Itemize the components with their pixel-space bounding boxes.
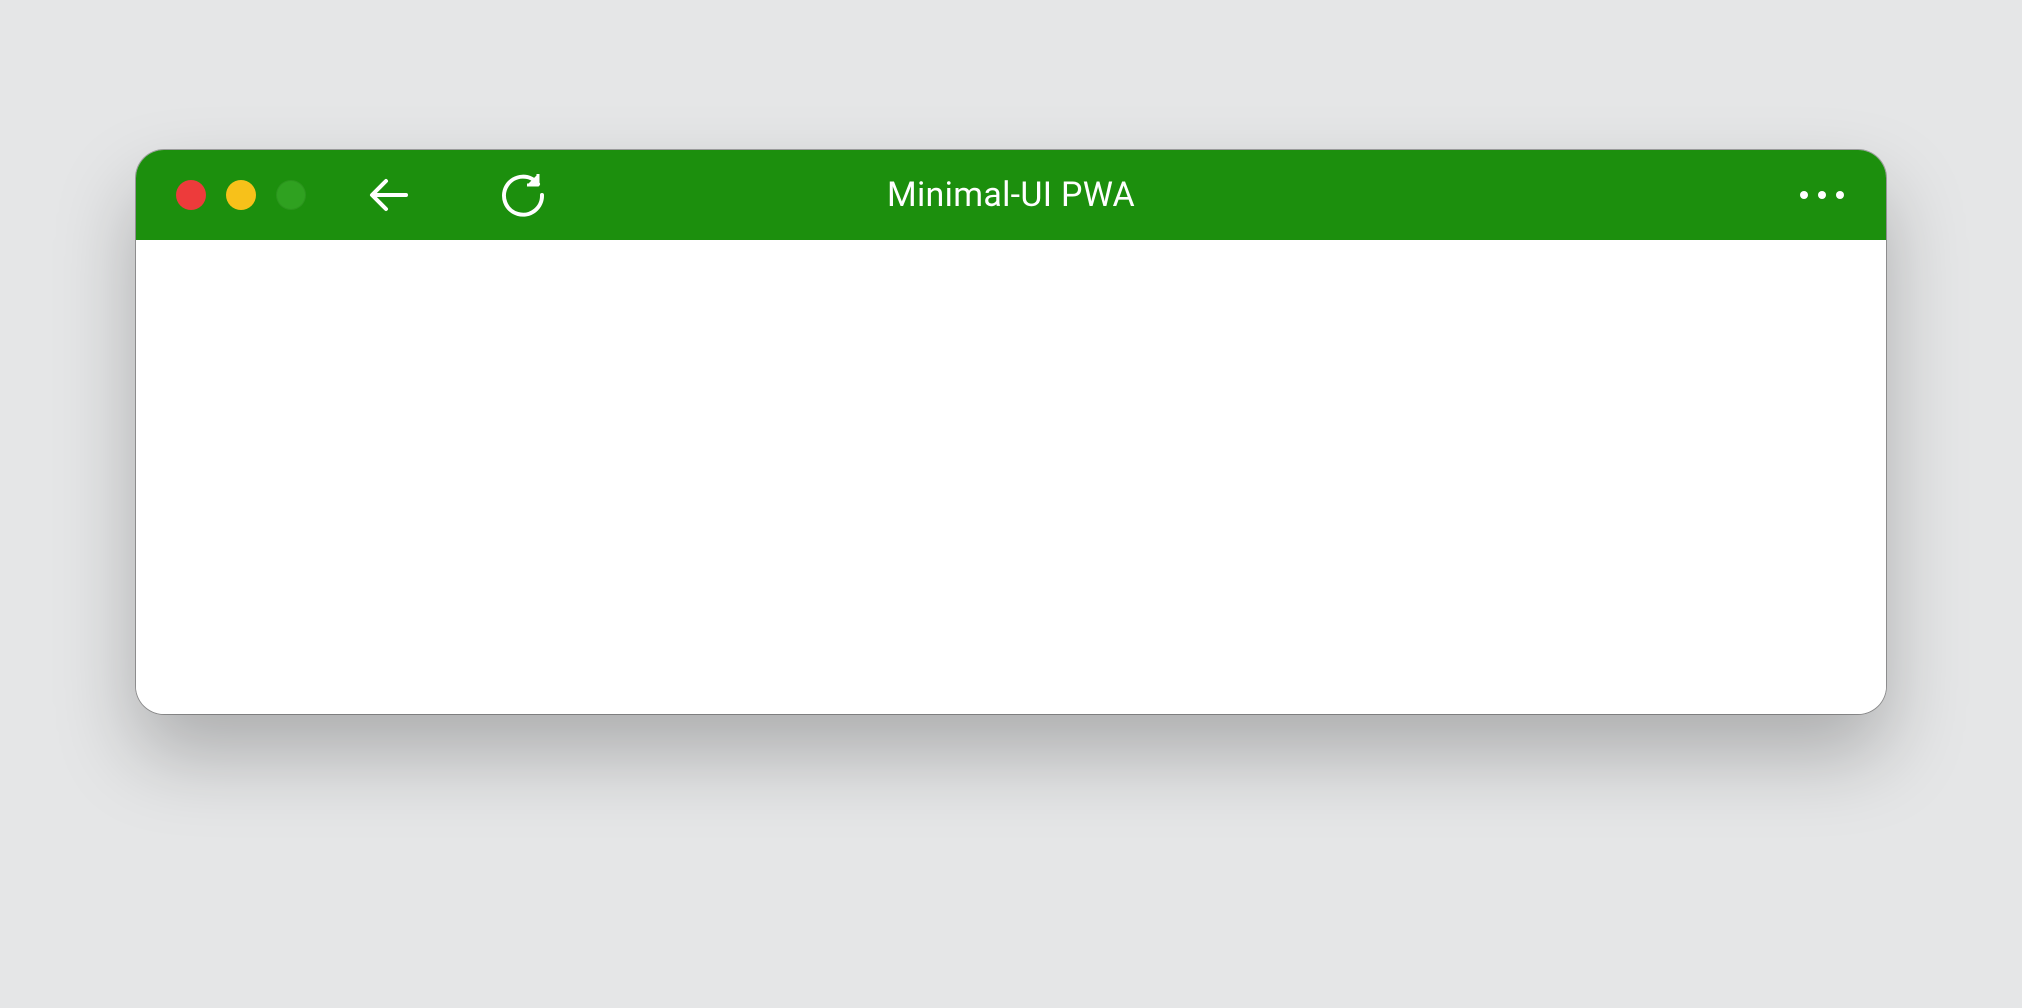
nav-controls — [366, 171, 547, 219]
maximize-button[interactable] — [276, 180, 306, 210]
titlebar: Minimal-UI PWA — [136, 150, 1886, 240]
reload-button[interactable] — [499, 171, 547, 219]
content-area — [136, 240, 1886, 714]
more-options-button[interactable] — [1798, 171, 1846, 219]
minimize-button[interactable] — [226, 180, 256, 210]
more-options-icon — [1800, 191, 1844, 199]
close-button[interactable] — [176, 180, 206, 210]
window-title: Minimal-UI PWA — [887, 175, 1135, 215]
back-button[interactable] — [366, 171, 414, 219]
reload-icon — [500, 172, 546, 218]
arrow-left-icon — [366, 171, 414, 219]
app-window: Minimal-UI PWA — [136, 150, 1886, 714]
window-controls — [176, 180, 306, 210]
